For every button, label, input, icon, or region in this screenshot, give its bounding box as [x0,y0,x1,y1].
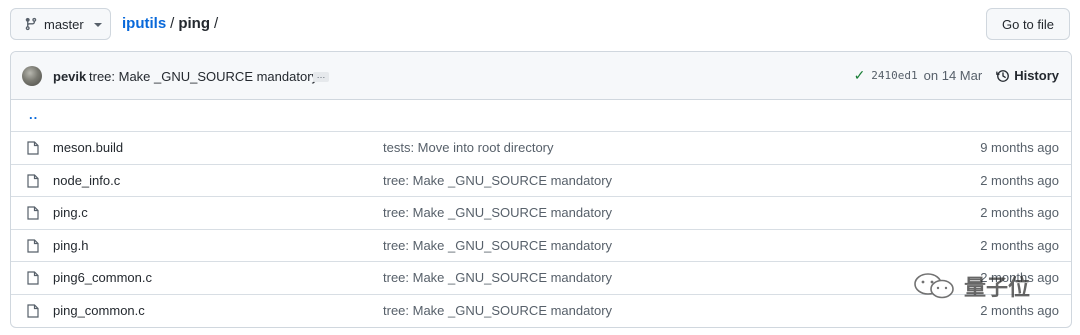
file-name-link[interactable]: ping.h [53,238,88,253]
file-age: 9 months ago [980,140,1059,155]
commit-meta: ✓ 2410ed1 on 14 Mar History [854,67,1059,84]
file-icon [27,141,39,155]
commit-date: on 14 Mar [923,68,983,83]
file-age: 2 months ago [980,237,1059,253]
file-row: ping.h tree: Make _GNU_SOURCE mandatory … [11,230,1071,262]
breadcrumb-current-dir: ping [178,15,210,32]
file-name-link[interactable]: ping6_common.c [53,270,152,285]
commit-sha-link[interactable]: 2410ed1 [871,69,917,82]
file-commit-message-link[interactable]: tree: Make _GNU_SOURCE mandatory [383,205,612,220]
history-icon [996,69,1010,82]
file-name-link[interactable]: meson.build [53,140,123,155]
commit-expand-button[interactable]: … [313,71,329,82]
caret-down-icon [93,22,102,27]
file-icon [27,303,39,318]
file-commit-message-link[interactable]: tree: Make _GNU_SOURCE mandatory [383,173,612,188]
file-row: ping.c tree: Make _GNU_SOURCE mandatory … [11,197,1071,230]
commit-message-link[interactable]: tree: Make _GNU_SOURCE mandatory [89,69,318,84]
breadcrumb-repo-link[interactable]: iputils [122,15,166,32]
watermark: 量子位 [912,270,1030,302]
file-name-link[interactable]: node_info.c [53,173,120,188]
file-commit-message-link[interactable]: tests: Move into root directory [383,140,554,155]
go-to-file-button[interactable]: Go to file [986,8,1070,40]
file-icon [27,206,39,220]
file-row: node_info.c tree: Make _GNU_SOURCE manda… [11,165,1071,197]
file-icon [27,271,39,285]
check-icon: ✓ [853,67,866,83]
file-name-link[interactable]: ping.c [53,205,88,220]
history-label: History [1014,68,1059,83]
branch-select-button[interactable]: master [10,8,111,40]
watermark-text: 量子位 [964,276,1031,301]
file-row: meson.build tests: Move into root direct… [11,132,1071,165]
file-commit-message-link[interactable]: tree: Make _GNU_SOURCE mandatory [383,238,612,253]
breadcrumb-separator: / [170,15,175,32]
git-branch-icon [25,17,37,31]
file-name-link[interactable]: ping_common.c [53,303,145,318]
top-bar: master iputils / ping / Go to file [10,8,1070,40]
file-age: 2 months ago [980,205,1059,220]
wechat-logo-icon [914,273,954,299]
file-icon [27,173,39,188]
breadcrumb: iputils / ping / [122,15,218,32]
file-age: 2 months ago [980,172,1059,188]
file-icon [27,238,39,253]
parent-directory-row[interactable]: .. [11,100,1071,132]
avatar[interactable] [22,66,42,86]
commit-author-link[interactable]: pevik [53,69,86,84]
latest-commit-bar: pevik tree: Make _GNU_SOURCE mandatory …… [11,52,1071,100]
file-commit-message-link[interactable]: tree: Make _GNU_SOURCE mandatory [383,303,612,318]
breadcrumb-separator: / [214,15,219,32]
history-link[interactable]: History [996,68,1059,83]
file-age: 2 months ago [980,302,1059,318]
file-commit-message-link[interactable]: tree: Make _GNU_SOURCE mandatory [383,270,612,285]
parent-directory-link[interactable]: .. [29,107,38,122]
branch-name: master [44,16,84,32]
